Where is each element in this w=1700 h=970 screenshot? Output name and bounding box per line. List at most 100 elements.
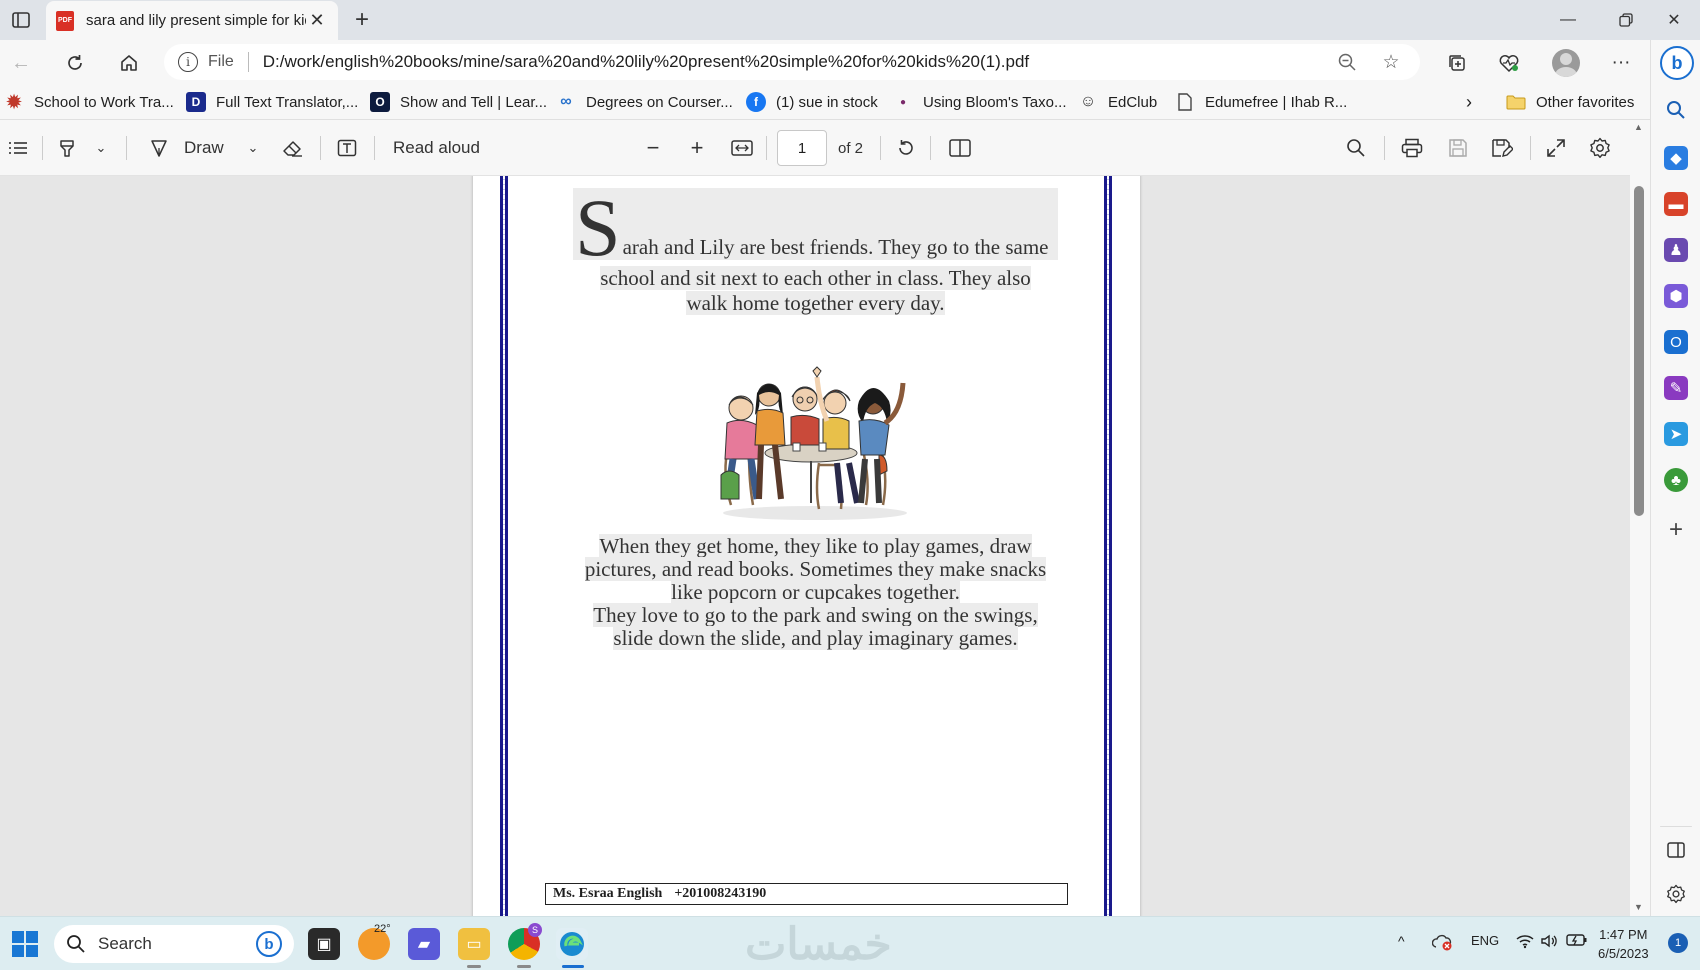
new-tab-button[interactable]: + (346, 4, 378, 36)
text-line: pictures, and read books. Sometimes they… (584, 557, 1047, 581)
favorite-item-edclub[interactable]: ☺ EdClub (1078, 90, 1157, 114)
taskbar-search-label: Search (98, 934, 152, 953)
zoom-out-button[interactable]: − (640, 132, 666, 164)
zoom-in-button[interactable]: + (684, 132, 710, 164)
paragraph-2: When they get home, they like to play ga… (563, 534, 1068, 651)
add-text-icon[interactable] (334, 132, 360, 164)
refresh-icon[interactable] (58, 46, 92, 80)
hide-sidebar-icon[interactable] (1664, 838, 1688, 862)
favorite-item-facebook[interactable]: f (1) sue in stock (746, 90, 878, 114)
rotate-icon[interactable] (892, 132, 920, 164)
footer-phone: +201008243190 (674, 886, 767, 901)
favorite-item-school-to-work[interactable]: ✹ School to Work Tra... (4, 90, 174, 114)
add-sidebar-app-icon[interactable]: + (1664, 516, 1688, 543)
page-number-input[interactable]: 1 (777, 130, 827, 166)
games-icon[interactable]: ♟ (1664, 238, 1688, 262)
back-arrow-icon[interactable]: ← (4, 46, 38, 80)
address-bar[interactable]: i File D:/work/english%20books/mine/sara… (164, 44, 1420, 80)
save-icon[interactable] (1444, 132, 1472, 164)
close-tab-icon[interactable]: ✕ (306, 10, 328, 32)
other-favorites-folder[interactable]: Other favorites (1506, 90, 1634, 114)
facebook-icon: f (746, 92, 766, 112)
full-screen-icon[interactable] (1542, 132, 1570, 164)
collections-icon[interactable] (1440, 46, 1474, 80)
favorite-item-bloom[interactable]: ● Using Bloom's Taxo... (893, 90, 1067, 114)
tree-icon[interactable]: ♣ (1664, 468, 1688, 492)
friends-at-table-illustration (720, 366, 907, 520)
draw-pen-icon[interactable] (146, 132, 172, 164)
fit-to-width-icon[interactable] (728, 132, 756, 164)
outlook-icon[interactable]: O (1664, 330, 1688, 354)
tools-briefcase-icon[interactable]: ▬ (1664, 192, 1688, 216)
favorite-label: School to Work Tra... (34, 93, 174, 111)
sidebar-settings-gear-icon[interactable] (1664, 882, 1688, 906)
file-explorer-icon[interactable]: ▭ (458, 928, 490, 960)
coursera-icon: ∞ (560, 93, 572, 110)
language-indicator[interactable]: ENG (1471, 933, 1499, 948)
notification-count-badge[interactable]: 1 (1668, 933, 1688, 953)
shopping-tag-icon[interactable]: ◆ (1664, 146, 1688, 170)
tab-title: sara and lily present simple for kids (1… (86, 12, 306, 29)
active-tab[interactable]: PDF sara and lily present simple for kid… (46, 1, 338, 40)
sidebar-search-icon[interactable] (1664, 98, 1688, 122)
scrollbar-thumb[interactable] (1634, 186, 1644, 516)
close-window-button[interactable]: ✕ (1646, 0, 1700, 40)
clock-date: 6/5/2023 (1598, 946, 1649, 961)
other-favorites-label: Other favorites (1536, 93, 1635, 111)
scroll-up-arrow-icon[interactable]: ▲ (1634, 122, 1643, 132)
home-icon[interactable] (112, 46, 146, 80)
draw-chevron-down-icon[interactable]: ⌄ (242, 132, 264, 164)
task-view-icon[interactable]: ▣ (308, 928, 340, 960)
sidebar-divider (1660, 826, 1692, 827)
favorites-overflow-chevron-icon[interactable]: › (1466, 90, 1472, 114)
scroll-down-arrow-icon[interactable]: ▼ (1634, 902, 1643, 912)
print-icon[interactable] (1398, 132, 1426, 164)
browser-essentials-icon[interactable] (1492, 46, 1526, 80)
paragraph-1-line-1: S arah and Lily are best friends. They g… (573, 187, 1058, 269)
draw-button[interactable]: Draw (184, 132, 224, 164)
microsoft-365-icon[interactable]: ⬢ (1664, 284, 1688, 308)
favorite-item-edumefree[interactable]: Edumefree | Ihab R... (1175, 90, 1347, 114)
favorite-item-coursera[interactable]: ∞ Degrees on Courser... (556, 90, 732, 114)
toolbar-divider (1384, 136, 1385, 160)
vertical-scrollbar[interactable]: ▲ ▼ (1630, 120, 1650, 916)
favorite-item-show-and-tell[interactable]: O Show and Tell | Lear... (370, 90, 547, 114)
drop-send-icon[interactable]: ➤ (1664, 422, 1688, 446)
taskbar-search-box[interactable]: Search b (54, 925, 294, 963)
page-border-right (1104, 176, 1112, 916)
profile-avatar[interactable] (1552, 49, 1580, 77)
text-line: walk home together every day. (686, 291, 945, 315)
url-text[interactable]: D:/work/english%20books/mine/sara%20and%… (263, 52, 1318, 72)
page-view-icon[interactable] (946, 132, 974, 164)
favorite-star-icon[interactable]: ☆ (1376, 47, 1406, 77)
start-windows-icon[interactable] (12, 931, 38, 957)
teams-chat-icon[interactable]: ▰ (408, 928, 440, 960)
more-options-icon[interactable]: ··· (1604, 46, 1638, 80)
highlight-chevron-down-icon[interactable]: ⌄ (90, 132, 112, 164)
save-as-icon[interactable] (1488, 132, 1516, 164)
pdf-viewer[interactable]: S arah and Lily are best friends. They g… (0, 176, 1650, 916)
zoom-out-icon[interactable] (1332, 47, 1362, 77)
bing-copilot-icon[interactable]: b (1660, 46, 1694, 80)
designer-icon[interactable]: ✎ (1664, 376, 1688, 400)
favorite-item-translator[interactable]: D Full Text Translator,... (186, 90, 358, 114)
toolbar-divider (1530, 136, 1531, 160)
search-icon[interactable] (1342, 132, 1370, 164)
showtell-icon: O (370, 92, 390, 112)
site-info-icon[interactable]: i (178, 52, 198, 72)
pdf-settings-gear-icon[interactable] (1586, 132, 1614, 164)
show-hidden-icons-chevron-icon[interactable]: ^ (1398, 933, 1405, 949)
minimize-button[interactable]: — (1540, 0, 1596, 40)
volume-icon[interactable] (1540, 933, 1558, 952)
wifi-icon[interactable] (1516, 933, 1534, 952)
highlight-icon[interactable] (54, 132, 80, 164)
taskbar-clock[interactable]: 1:47 PM 6/5/2023 (1598, 925, 1649, 963)
tab-actions-button[interactable] (0, 0, 42, 40)
onedrive-error-icon[interactable] (1431, 933, 1454, 954)
battery-icon[interactable] (1566, 933, 1588, 950)
tab-strip: PDF sara and lily present simple for kid… (0, 0, 1700, 40)
contents-list-icon[interactable] (4, 132, 32, 164)
eraser-icon[interactable] (280, 132, 306, 164)
edge-browser-icon[interactable] (556, 928, 588, 960)
read-aloud-button[interactable]: Read aloud (393, 132, 480, 164)
